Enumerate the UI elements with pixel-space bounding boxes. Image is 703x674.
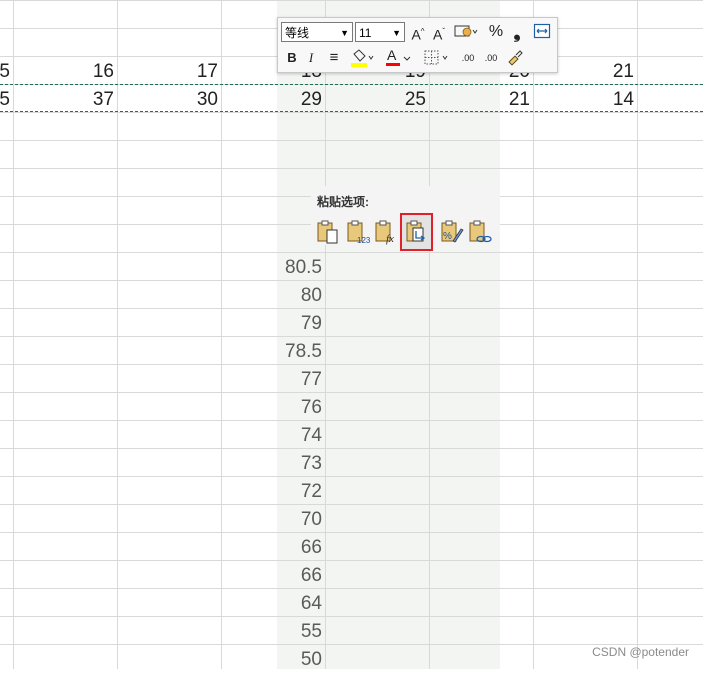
fill-bucket-icon <box>351 49 374 67</box>
fill-color-button[interactable] <box>348 48 376 68</box>
gridline <box>0 532 703 533</box>
cell[interactable]: 66 <box>222 562 322 590</box>
cell[interactable]: 17 <box>118 58 218 86</box>
gridline <box>0 392 703 393</box>
gridline <box>0 588 703 589</box>
accounting-format-icon <box>454 25 478 37</box>
cell[interactable]: 70 <box>222 506 322 534</box>
paste-transpose-icon <box>406 220 426 242</box>
cell[interactable]: 78.5 <box>222 338 322 366</box>
paste-transpose-button[interactable] <box>404 219 430 245</box>
gridline <box>0 308 703 309</box>
gridline <box>0 504 703 505</box>
increase-decimal-button[interactable]: .00 <box>458 48 478 68</box>
svg-text:fx: fx <box>386 233 394 245</box>
gridline <box>0 476 703 477</box>
shrink-font-button[interactable]: Aˇ <box>430 22 448 43</box>
paste-options-title: 粘贴选项: <box>317 195 369 209</box>
chevron-down-icon: ▼ <box>392 28 401 38</box>
gridline <box>0 168 703 169</box>
cell[interactable]: 37 <box>14 86 114 114</box>
cell[interactable]: 76 <box>222 394 322 422</box>
decrease-decimal-icon: .00 <box>484 53 498 63</box>
paste-options-panel: 粘贴选项: 123 fx % <box>311 186 500 251</box>
gridline <box>0 336 703 337</box>
svg-text:123: 123 <box>357 236 371 245</box>
cell[interactable]: 5 <box>0 86 10 114</box>
cell[interactable]: 66 <box>222 534 322 562</box>
font-size-value: 11 <box>359 26 372 40</box>
cell[interactable]: 80 <box>222 282 322 310</box>
spreadsheet-grid[interactable]: 5 16 17 18 19 20 21 5 37 30 29 25 21 14 … <box>0 0 703 670</box>
gridline <box>0 0 703 1</box>
accounting-format-button[interactable] <box>452 22 480 42</box>
cell[interactable]: 77 <box>222 366 322 394</box>
paste-formatting-button[interactable]: % <box>439 219 465 245</box>
font-size-select[interactable]: 11 ▼ <box>355 22 405 42</box>
cell[interactable]: 50 <box>222 646 322 674</box>
gridline <box>0 448 703 449</box>
copy-marquee-bottom <box>0 111 703 112</box>
italic-button[interactable]: I <box>304 48 318 68</box>
grow-font-button[interactable]: A^ <box>409 22 427 43</box>
cell[interactable]: 79 <box>222 310 322 338</box>
merge-center-icon <box>533 23 551 39</box>
paste-values-icon: 123 <box>347 220 371 245</box>
mini-toolbar: 等线 ▼ 11 ▼ A^ Aˇ % ❟ B I ≡ A .00 .00 <box>277 17 558 73</box>
shrink-font-icon: A <box>432 26 443 43</box>
cell[interactable]: 55 <box>222 618 322 646</box>
svg-text:%: % <box>443 231 452 242</box>
cell[interactable]: 21 <box>430 86 530 114</box>
percent-style-button[interactable]: % <box>487 22 505 42</box>
copy-marquee-top <box>0 84 703 85</box>
gridline <box>0 140 703 141</box>
cell[interactable]: 74 <box>222 422 322 450</box>
align-center-button[interactable]: ≡ <box>325 48 343 68</box>
cell[interactable]: 16 <box>14 58 114 86</box>
gridline <box>0 560 703 561</box>
font-name-value: 等线 <box>285 26 310 40</box>
cell[interactable]: 25 <box>326 86 426 114</box>
cell[interactable]: 64 <box>222 590 322 618</box>
decrease-decimal-button[interactable]: .00 <box>481 48 501 68</box>
gridline <box>0 420 703 421</box>
gridline <box>0 252 703 253</box>
cell[interactable]: 80.5 <box>222 254 322 282</box>
cell[interactable]: 30 <box>118 86 218 114</box>
paste-formulas-button[interactable]: fx <box>373 219 399 245</box>
increase-decimal-icon: .00 <box>461 53 475 63</box>
font-color-icon: A <box>387 47 397 63</box>
watermark: CSDN @potender <box>592 645 689 659</box>
cell[interactable]: 14 <box>534 86 634 114</box>
cell[interactable]: 29 <box>222 86 322 114</box>
cell[interactable]: 5 <box>0 58 10 86</box>
paste-link-icon <box>469 220 492 243</box>
paste-values-button[interactable]: 123 <box>345 219 371 245</box>
paste-button[interactable] <box>315 219 341 245</box>
grow-font-icon: A <box>411 26 421 43</box>
cell[interactable]: 73 <box>222 450 322 478</box>
borders-icon <box>424 50 448 65</box>
font-name-select[interactable]: 等线 ▼ <box>281 22 353 42</box>
gridline <box>0 280 703 281</box>
cell[interactable]: 72 <box>222 478 322 506</box>
bold-button[interactable]: B <box>283 48 301 68</box>
chevron-down-icon: ▼ <box>340 28 349 38</box>
chevron-down-icon <box>403 56 411 61</box>
format-painter-icon <box>508 50 523 66</box>
gridline <box>0 364 703 365</box>
font-color-bar <box>386 63 400 66</box>
font-color-button[interactable]: A <box>384 47 412 68</box>
merge-center-button[interactable] <box>532 22 552 42</box>
borders-button[interactable] <box>422 48 452 68</box>
paste-icon <box>317 220 338 244</box>
gridline <box>0 616 703 617</box>
paste-formulas-icon: fx <box>375 220 394 245</box>
gridline <box>637 0 638 669</box>
comma-style-button[interactable]: ❟ <box>510 22 524 42</box>
format-painter-button[interactable] <box>506 48 524 68</box>
paste-formatting-icon: % <box>441 220 464 243</box>
paste-link-button[interactable] <box>467 219 493 245</box>
